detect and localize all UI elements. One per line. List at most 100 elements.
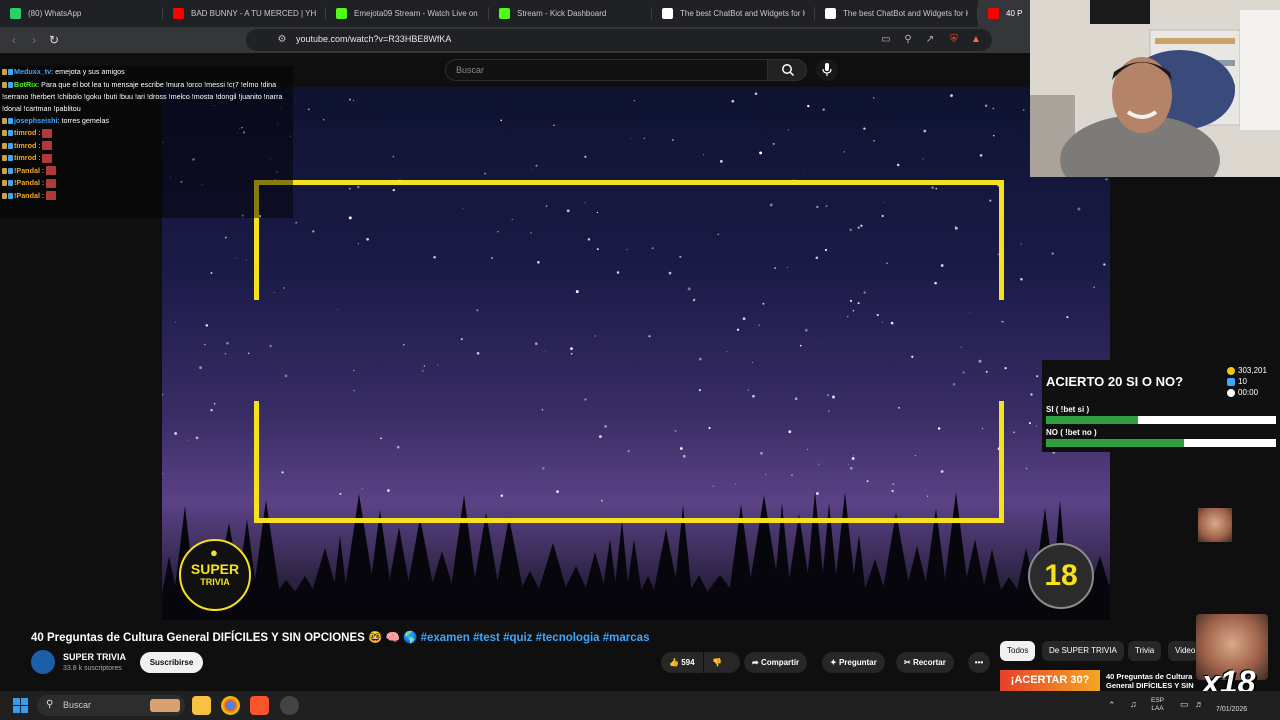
chat-username: timrod bbox=[14, 140, 37, 150]
windows-start-icon[interactable] bbox=[13, 698, 28, 713]
search-input[interactable]: Buscar bbox=[445, 59, 768, 81]
platform-badge-icon bbox=[8, 69, 13, 76]
kick-icon bbox=[336, 8, 347, 19]
botrix-icon bbox=[662, 8, 673, 19]
users-icon bbox=[1227, 377, 1235, 386]
search-button[interactable] bbox=[767, 59, 807, 81]
brave-icon[interactable] bbox=[250, 696, 269, 715]
reload-icon[interactable]: ↻ bbox=[46, 32, 62, 48]
star bbox=[1036, 375, 1039, 378]
star bbox=[787, 129, 789, 131]
hashtag-link[interactable]: #tecnologia bbox=[536, 632, 600, 644]
star bbox=[962, 371, 965, 374]
hashtag-link[interactable]: #test bbox=[473, 632, 500, 644]
obs-icon[interactable] bbox=[280, 696, 299, 715]
browser-tab[interactable]: Emejota09 Stream - Watch Live on K bbox=[326, 0, 489, 27]
back-icon[interactable]: ‹ bbox=[6, 32, 22, 48]
ask-button[interactable]: ✦ Preguntar bbox=[822, 652, 885, 673]
chat-badge-icon bbox=[2, 117, 7, 124]
voice-search-button[interactable] bbox=[816, 59, 838, 81]
chip-channel[interactable]: De SUPER TRIVIA bbox=[1042, 641, 1124, 661]
channel-avatar[interactable] bbox=[31, 650, 55, 674]
chrome-icon[interactable] bbox=[221, 696, 240, 715]
star bbox=[570, 352, 573, 355]
star bbox=[726, 351, 728, 353]
star bbox=[204, 343, 206, 346]
star bbox=[188, 439, 190, 441]
star bbox=[1051, 252, 1054, 255]
poll-option-bar bbox=[1046, 439, 1276, 447]
brave-rewards-icon[interactable]: ▲ bbox=[970, 34, 982, 46]
star bbox=[873, 97, 875, 99]
star bbox=[353, 369, 355, 372]
dislike-button[interactable]: 👎 bbox=[704, 652, 740, 673]
star bbox=[353, 389, 355, 392]
chat-emote bbox=[42, 153, 53, 163]
more-actions-button[interactable]: ••• bbox=[968, 652, 990, 673]
hashtag-link[interactable]: #marcas bbox=[603, 632, 650, 644]
stream-chat-overlay: Meduxx_tv: emejota y sus amigos BotRix: P… bbox=[0, 66, 293, 218]
language-indicator[interactable]: ESP LAA bbox=[1151, 697, 1164, 713]
hashtag-link[interactable]: #examen bbox=[421, 632, 470, 644]
star bbox=[742, 317, 746, 321]
chip-all[interactable]: Todos bbox=[1000, 641, 1036, 661]
star bbox=[570, 347, 573, 350]
star bbox=[817, 343, 819, 345]
taskbar-search[interactable]: ⚲ Buscar bbox=[37, 695, 185, 716]
windows-taskbar: ⚲ Buscar ⌃ ♫ ▭ ♬ bbox=[0, 691, 1280, 720]
channel-name[interactable]: SUPER TRIVIA bbox=[63, 652, 126, 662]
chat-badge-icon bbox=[2, 167, 7, 174]
related-video-title[interactable]: 40 Preguntas de Cultura General DIFÍCILE… bbox=[1106, 672, 1206, 690]
search-highlight-icon bbox=[150, 699, 180, 712]
browser-tab[interactable]: BAD BUNNY - A TU MERCED | YHLQ bbox=[163, 0, 326, 27]
thumbs-down-icon: 👎 bbox=[712, 658, 722, 667]
chip-trivia[interactable]: Trivia bbox=[1128, 641, 1162, 661]
star bbox=[460, 338, 463, 341]
share-page-icon[interactable]: ↗ bbox=[924, 34, 936, 46]
star bbox=[1013, 431, 1015, 434]
site-info-icon[interactable]: ⚙ bbox=[276, 34, 288, 46]
video-title-text: 40 Preguntas de Cultura General DIFÍCILE… bbox=[31, 632, 365, 644]
forward-icon[interactable]: › bbox=[26, 32, 42, 48]
file-explorer-icon[interactable] bbox=[192, 696, 211, 715]
brave-shield-icon[interactable]: ⛨ bbox=[948, 34, 960, 46]
star bbox=[832, 395, 835, 399]
tab-title: The best ChatBot and Widgets for K bbox=[680, 9, 805, 18]
star bbox=[226, 341, 229, 345]
chat-text: : bbox=[36, 153, 41, 162]
chat-badge-icon bbox=[2, 192, 7, 199]
subscribe-button[interactable]: Suscribirse bbox=[140, 652, 203, 673]
related-video-thumbnail[interactable]: ¡ACERTAR 30? bbox=[1000, 670, 1100, 691]
taskbar-date[interactable]: 7/01/2026 bbox=[1216, 706, 1247, 713]
chat-message: timrod : bbox=[0, 127, 293, 140]
video-player[interactable]: ● SUPER TRIVIA 18 bbox=[162, 87, 1110, 620]
star bbox=[247, 352, 250, 355]
url-text: youtube.com/watch?v=R33HBE8WfKA bbox=[296, 34, 452, 44]
browser-tab[interactable]: The best ChatBot and Widgets for K bbox=[652, 0, 815, 27]
clip-button[interactable]: ✂ Recortar bbox=[896, 652, 954, 673]
browser-tab[interactable]: Stream - Kick Dashboard bbox=[489, 0, 652, 27]
cast-icon[interactable]: ▭ bbox=[880, 34, 892, 46]
chat-text: : bbox=[39, 190, 44, 200]
chip-video[interactable]: Video bbox=[1168, 641, 1198, 661]
address-bar[interactable]: ⚙ youtube.com/watch?v=R33HBE8WfKA ▭ ⚲ ↗ … bbox=[246, 29, 992, 51]
tray-chevron-icon[interactable]: ⌃ bbox=[1108, 700, 1116, 711]
browser-tab[interactable]: The best ChatBot and Widgets for K bbox=[815, 0, 978, 27]
youtube-icon bbox=[988, 8, 999, 19]
star bbox=[747, 389, 749, 391]
star bbox=[235, 257, 237, 259]
microphone-tray-icon[interactable]: ♫ bbox=[1130, 699, 1137, 709]
network-icon[interactable]: ▭ bbox=[1180, 699, 1189, 710]
like-button[interactable]: 👍 594 bbox=[661, 652, 703, 673]
browser-tab[interactable]: (80) WhatsApp bbox=[0, 0, 163, 27]
volume-icon[interactable]: ♬ bbox=[1195, 699, 1204, 709]
hashtag-link[interactable]: #quiz bbox=[503, 632, 532, 644]
browser-toolbar: ‹ › ↻ ☐ ⚙ youtube.com/watch?v=R33HBE8WfK… bbox=[0, 27, 1030, 53]
chat-username: BotRix bbox=[14, 79, 38, 89]
star bbox=[205, 324, 209, 327]
share-button[interactable]: ➦ Compartir bbox=[744, 652, 808, 673]
zoom-icon[interactable]: ⚲ bbox=[902, 34, 914, 46]
lightbulb-icon: ● bbox=[210, 545, 218, 560]
chat-message: timrod : bbox=[0, 140, 293, 153]
poll-option-fill bbox=[1046, 416, 1138, 424]
